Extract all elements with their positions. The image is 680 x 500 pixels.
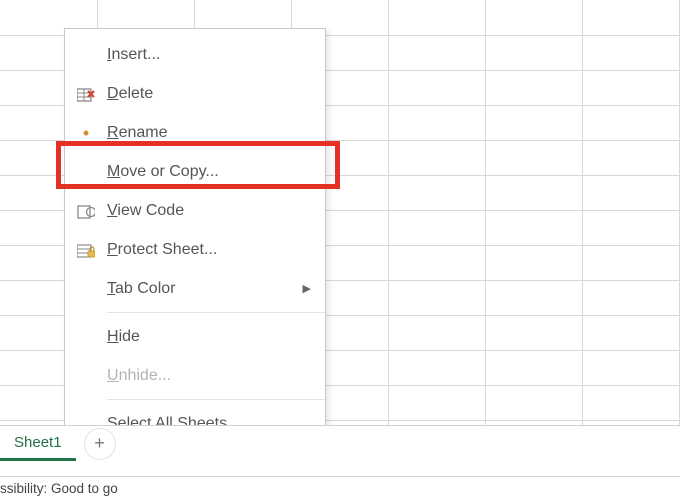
menu-item-rename[interactable]: • Rename: [65, 113, 325, 152]
sheet-tab-bar: Sheet1 +: [0, 425, 680, 461]
menu-item-label: Protect Sheet...: [107, 241, 325, 259]
menu-item-label: Tab Color: [107, 280, 325, 298]
view-code-icon: [65, 203, 107, 219]
submenu-arrow-icon: ▶: [303, 282, 311, 295]
menu-separator: [107, 399, 325, 400]
sheet-tab-label: Sheet1: [14, 434, 62, 451]
menu-item-tab-color[interactable]: Tab Color ▶: [65, 269, 325, 308]
accessibility-status: ssibility: Good to go: [0, 481, 118, 496]
sheet-tab-context-menu: Insert... Delete • Rename Move or Copy..…: [64, 28, 326, 450]
menu-item-hide[interactable]: Hide: [65, 317, 325, 356]
menu-item-move-or-copy[interactable]: Move or Copy...: [65, 152, 325, 191]
menu-item-unhide: Unhide...: [65, 356, 325, 395]
new-sheet-button[interactable]: +: [84, 428, 116, 460]
menu-item-label: Move or Copy...: [107, 163, 325, 181]
status-bar: ssibility: Good to go: [0, 476, 680, 500]
menu-item-label: Hide: [107, 328, 325, 346]
protect-sheet-icon: [65, 242, 107, 258]
menu-item-insert[interactable]: Insert...: [65, 35, 325, 74]
menu-item-delete[interactable]: Delete: [65, 74, 325, 113]
menu-item-label: Rename: [107, 124, 325, 142]
menu-item-label: Unhide...: [107, 367, 325, 385]
menu-item-view-code[interactable]: View Code: [65, 191, 325, 230]
plus-icon: +: [94, 433, 105, 454]
sheet-tab-active[interactable]: Sheet1: [0, 427, 76, 461]
menu-item-protect-sheet[interactable]: Protect Sheet...: [65, 230, 325, 269]
menu-item-label: View Code: [107, 202, 325, 220]
menu-separator: [107, 312, 325, 313]
unsaved-dot-icon: •: [65, 124, 107, 142]
delete-sheet-icon: [65, 86, 107, 102]
menu-item-label: Delete: [107, 85, 325, 103]
menu-item-label: Insert...: [107, 46, 325, 64]
